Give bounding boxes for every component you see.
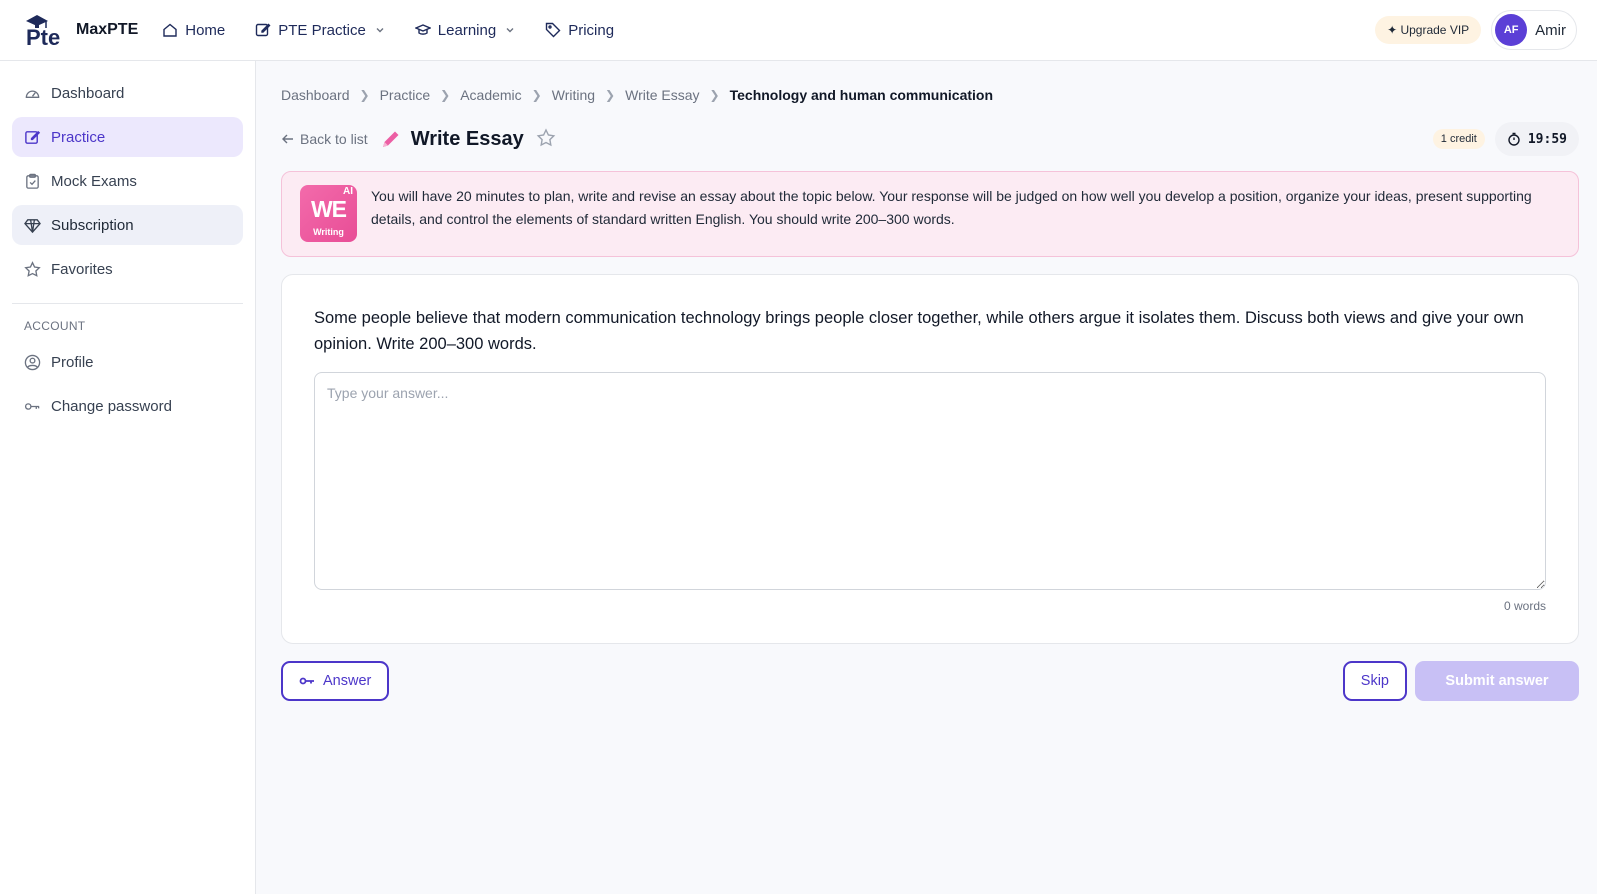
breadcrumb: Dashboard ❯ Practice ❯ Academic ❯ Writin… bbox=[281, 75, 1579, 115]
nav-pte-practice[interactable]: PTE Practice bbox=[255, 22, 385, 39]
sidebar-item-label: Practice bbox=[51, 128, 106, 146]
breadcrumb-writing[interactable]: Writing bbox=[552, 87, 595, 103]
nav-pricing[interactable]: Pricing bbox=[545, 22, 614, 39]
chevron-right-icon: ❯ bbox=[531, 88, 542, 102]
arrow-left-icon bbox=[282, 134, 293, 144]
sidebar: Dashboard Practice Mock Exams Subscripti… bbox=[0, 61, 256, 894]
back-to-list-link[interactable]: Back to list bbox=[281, 131, 368, 147]
breadcrumb-practice[interactable]: Practice bbox=[380, 87, 431, 103]
page-header: Back to list Write Essay 1 credit 19:59 bbox=[281, 117, 1579, 161]
word-count: 0 words bbox=[1503, 599, 1546, 613]
nav-pricing-label: Pricing bbox=[568, 21, 615, 39]
nav-learning-label: Learning bbox=[437, 21, 497, 39]
answer-button[interactable]: Answer bbox=[281, 661, 390, 701]
sidebar-item-practice[interactable]: Practice bbox=[12, 117, 243, 157]
sidebar-item-dashboard[interactable]: Dashboard bbox=[12, 73, 243, 113]
key-icon bbox=[299, 677, 314, 685]
instructions-text: You will have 20 minutes to plan, write … bbox=[371, 188, 1532, 227]
pencil-icon bbox=[380, 128, 402, 150]
key-icon bbox=[24, 402, 40, 410]
upgrade-vip-button[interactable]: ✦ Upgrade VIP bbox=[1375, 16, 1482, 44]
star-icon bbox=[24, 260, 41, 277]
svg-text:Pte: Pte bbox=[26, 25, 60, 47]
sidebar-item-label: Mock Exams bbox=[51, 172, 137, 190]
sidebar-item-label: Subscription bbox=[51, 216, 134, 234]
breadcrumb-current: Technology and human communication bbox=[729, 87, 994, 103]
question-card: Some people believe that modern communic… bbox=[281, 274, 1579, 644]
clipboard-icon bbox=[26, 173, 39, 189]
breadcrumb-academic[interactable]: Academic bbox=[460, 87, 521, 103]
sidebar-item-label: Favorites bbox=[51, 260, 113, 278]
skip-button[interactable]: Skip bbox=[1342, 661, 1407, 701]
action-bar: Answer Skip Submit answer bbox=[281, 661, 1579, 701]
user-menu[interactable]: AF Amir bbox=[1491, 10, 1577, 50]
chevron-right-icon: ❯ bbox=[709, 88, 720, 102]
app-name: MaxPTE bbox=[76, 21, 139, 38]
main-content: Dashboard ❯ Practice ❯ Academic ❯ Writin… bbox=[281, 61, 1579, 701]
user-name: Amir bbox=[1535, 21, 1566, 39]
sidebar-item-change-password[interactable]: Change password bbox=[12, 386, 243, 426]
avatar: AF bbox=[1495, 14, 1528, 46]
badge-code: WE bbox=[310, 196, 347, 222]
credit-badge: 1 credit bbox=[1432, 129, 1485, 149]
timer-value: 19:59 bbox=[1527, 131, 1567, 147]
user-circle-icon bbox=[24, 354, 41, 370]
favorite-star-icon[interactable] bbox=[536, 127, 556, 151]
countdown-timer: 19:59 bbox=[1494, 122, 1579, 156]
back-to-list-label: Back to list bbox=[300, 131, 368, 147]
sidebar-section-account: ACCOUNT bbox=[24, 319, 86, 333]
sidebar-item-label: Profile bbox=[51, 353, 94, 371]
badge-label: Writing bbox=[313, 227, 344, 237]
edit-icon bbox=[256, 23, 271, 37]
diamond-icon bbox=[24, 218, 41, 233]
sidebar-item-mock-exams[interactable]: Mock Exams bbox=[12, 161, 243, 201]
chevron-down-icon bbox=[506, 28, 514, 33]
sidebar-divider bbox=[12, 303, 243, 304]
nav-learning[interactable]: Learning bbox=[414, 21, 515, 39]
answer-textarea[interactable] bbox=[314, 372, 1546, 590]
answer-button-label: Answer bbox=[323, 673, 372, 689]
sidebar-item-profile[interactable]: Profile bbox=[12, 342, 243, 382]
page-title: Write Essay bbox=[410, 127, 524, 150]
sidebar-item-subscription[interactable]: Subscription bbox=[12, 205, 243, 245]
home-icon bbox=[163, 23, 177, 37]
essay-prompt: Some people believe that modern communic… bbox=[314, 309, 1524, 353]
logo[interactable]: Pte MaxPTE bbox=[24, 13, 139, 50]
graduation-cap-icon bbox=[414, 24, 431, 35]
chevron-right-icon: ❯ bbox=[605, 88, 616, 102]
chevron-right-icon: ❯ bbox=[440, 88, 451, 102]
nav-home[interactable]: Home bbox=[162, 22, 225, 39]
stopwatch-icon bbox=[1508, 132, 1520, 146]
breadcrumb-dashboard[interactable]: Dashboard bbox=[281, 87, 350, 103]
instructions-banner: AI WE Writing You will have 20 minutes t… bbox=[281, 171, 1579, 257]
submit-answer-button[interactable]: Submit answer bbox=[1415, 661, 1579, 701]
gauge-icon bbox=[25, 89, 40, 98]
chevron-down-icon bbox=[376, 28, 384, 33]
sidebar-item-label: Dashboard bbox=[51, 84, 125, 102]
logo-mark: Pte bbox=[24, 13, 68, 50]
edit-icon bbox=[25, 130, 41, 144]
sidebar-item-favorites[interactable]: Favorites bbox=[12, 249, 243, 289]
breadcrumb-write-essay[interactable]: Write Essay bbox=[625, 87, 699, 103]
nav-pte-practice-label: PTE Practice bbox=[278, 21, 366, 39]
question-type-badge: AI WE Writing bbox=[300, 185, 357, 242]
chevron-right-icon: ❯ bbox=[359, 88, 370, 102]
nav-home-label: Home bbox=[185, 21, 226, 39]
top-navbar: Pte MaxPTE Home PTE Practice Learning Pr… bbox=[0, 0, 1597, 61]
tag-icon bbox=[545, 22, 561, 38]
sidebar-item-label: Change password bbox=[51, 397, 172, 415]
